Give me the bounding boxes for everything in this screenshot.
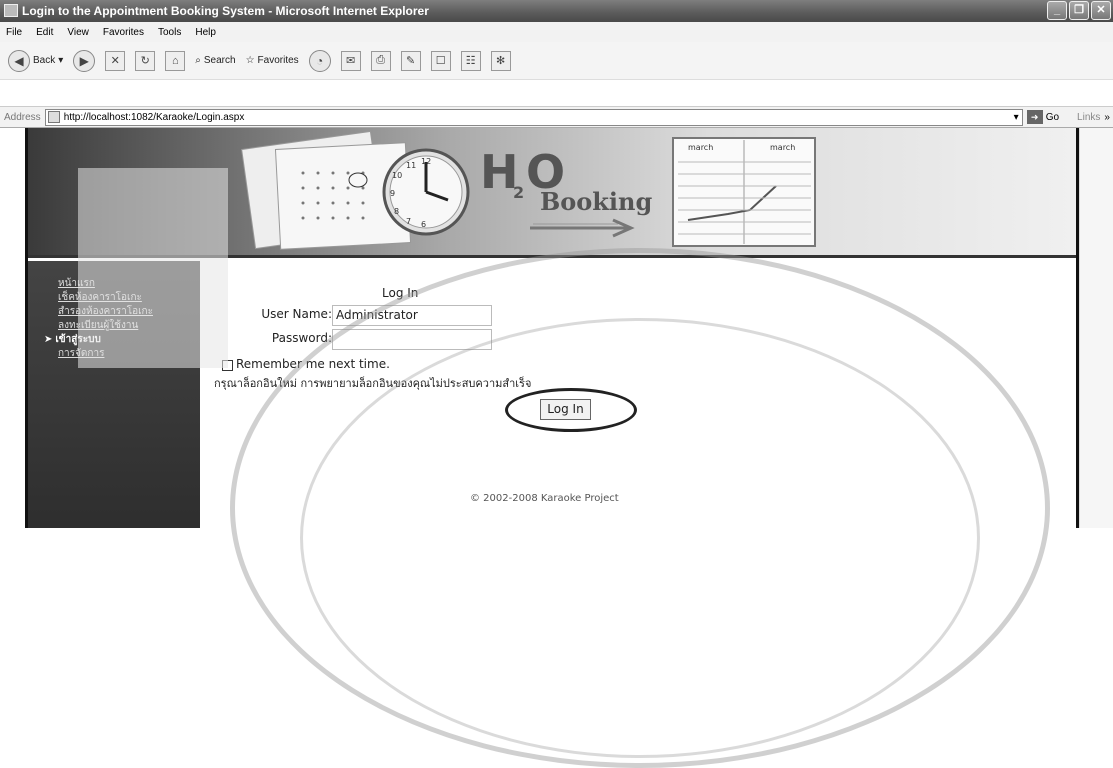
back-dropdown-icon[interactable]: ▾ — [58, 55, 63, 66]
minimize-button[interactable]: _ — [1047, 1, 1067, 20]
history-icon[interactable]: ◔ — [308, 49, 331, 72]
clock-number-12: 12 — [421, 157, 431, 166]
schedule-col1-header: march — [688, 143, 713, 152]
clock-illustration: 12 11 10 9 8 7 6 — [382, 148, 470, 236]
menu-bar: File Edit View Favorites Tools Help — [0, 22, 1113, 42]
address-dropdown-icon[interactable]: ▾ — [1014, 112, 1022, 123]
go-label: Go — [1045, 111, 1060, 123]
password-label: Password: — [271, 331, 332, 345]
favorites-button[interactable]: ☆ Favorites — [246, 55, 299, 66]
favorites-label: Favorites — [257, 55, 299, 66]
current-arrow-icon: ➤ — [44, 334, 53, 345]
clock-number-6: 6 — [421, 220, 426, 229]
home-icon[interactable]: ⌂ — [165, 50, 186, 71]
page-left-margin — [0, 128, 28, 528]
window-controls: _ ❐ ✕ — [1047, 1, 1111, 20]
mail-icon[interactable]: ✉ — [340, 50, 361, 71]
clock-number-7: 7 — [406, 217, 411, 226]
menu-edit[interactable]: Edit — [36, 27, 53, 38]
browser-toolbar: ◀ Back ▾ ▶ ✕ ↻ ⌂ ⌕ Search ☆ Favorites ◔ … — [0, 42, 1113, 80]
links-label[interactable]: Links — [1077, 112, 1100, 123]
scan-artifact — [78, 168, 228, 368]
go-button[interactable]: ➜ Go — [1026, 110, 1060, 124]
search-label: Search — [203, 55, 236, 66]
discuss-icon[interactable]: ☐ — [430, 50, 451, 71]
print-icon[interactable]: ⎙ — [370, 50, 391, 71]
page-viewport: 12 11 10 9 8 7 6 H 2 O Booking march mar… — [0, 128, 1113, 768]
messenger-icon[interactable]: ☷ — [460, 50, 481, 71]
back-label: Back — [33, 55, 56, 66]
window-title-bar: Login to the Appointment Booking System … — [0, 0, 1113, 22]
favorites-star-icon: ☆ — [245, 55, 255, 66]
close-button[interactable]: ✕ — [1091, 1, 1111, 20]
h2o-logo: H 2 O Booking — [480, 145, 652, 238]
vertical-scrollbar[interactable] — [1079, 128, 1113, 528]
username-label: User Name: — [261, 307, 332, 321]
clock-number-11: 11 — [406, 161, 416, 170]
logo-subscript: 2 — [513, 183, 524, 202]
clock-number-9: 9 — [390, 189, 395, 198]
clock-number-8: 8 — [394, 207, 399, 216]
forward-arrow-icon[interactable]: ▶ — [73, 49, 96, 72]
page-icon — [47, 111, 60, 123]
search-button[interactable]: ⌕ Search — [195, 55, 235, 66]
stop-icon[interactable]: ✕ — [105, 50, 126, 71]
links-chevron-icon[interactable]: » — [1104, 112, 1110, 123]
maximize-button[interactable]: ❐ — [1069, 1, 1089, 20]
back-button[interactable]: ◀ Back ▾ — [8, 49, 63, 72]
menu-tools[interactable]: Tools — [158, 27, 181, 38]
refresh-icon[interactable]: ↻ — [135, 50, 156, 71]
menu-help[interactable]: Help — [195, 27, 216, 38]
menu-favorites[interactable]: Favorites — [103, 27, 144, 38]
edit-icon[interactable]: ✎ — [400, 50, 421, 71]
address-input[interactable]: http://localhost:1082/Karaoke/Login.aspx… — [44, 108, 1023, 126]
schedule-card-illustration: march march — [672, 137, 816, 247]
research-icon[interactable]: ✻ — [490, 50, 511, 71]
window-title: Login to the Appointment Booking System … — [22, 4, 429, 18]
clock-number-10: 10 — [392, 171, 402, 180]
schedule-col2-header: march — [770, 143, 795, 152]
address-label: Address — [4, 111, 41, 123]
logo-booking: Booking — [540, 187, 652, 216]
ie-app-icon — [4, 4, 18, 17]
search-icon: ⌕ — [195, 55, 201, 66]
seal-inner-ring — [300, 318, 980, 758]
address-bar: Address http://localhost:1082/Karaoke/Lo… — [0, 106, 1113, 128]
back-arrow-icon: ◀ — [8, 49, 30, 72]
menu-view[interactable]: View — [67, 27, 89, 38]
menu-file[interactable]: File — [6, 27, 22, 38]
go-arrow-icon: ➜ — [1026, 110, 1043, 124]
address-url: http://localhost:1082/Karaoke/Login.aspx — [63, 111, 245, 123]
